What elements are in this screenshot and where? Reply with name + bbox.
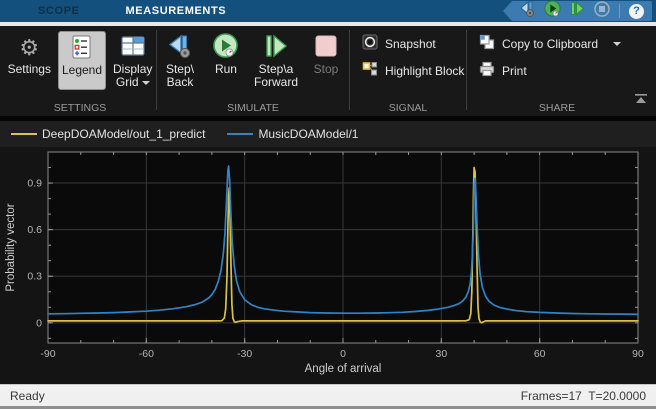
step-forward-icon[interactable] (570, 1, 585, 21)
group-label-share: SHARE (467, 102, 647, 114)
group-label-settings: SETTINGS (4, 102, 156, 114)
group-signal: Snapshot Highlight Block SI (350, 26, 466, 116)
step-back-settings-icon[interactable] (519, 1, 535, 22)
svg-text:-60: -60 (139, 348, 154, 360)
plot-area[interactable]: -90 -60 -30 0 30 60 90 0 0.3 0.6 0.9 Angle of arriv… (0, 147, 656, 384)
legend-swatch-yellow (11, 133, 37, 135)
group-settings: ⚙ Settings (4, 26, 156, 116)
step-back-icon (167, 33, 193, 64)
status-bar: Ready Frames=17 T=20.0000 (0, 384, 656, 409)
tab-scope[interactable]: SCOPE (24, 0, 94, 22)
legend-button[interactable]: Legend (58, 31, 106, 90)
svg-text:60: 60 (534, 348, 546, 360)
frames-time-readout: Frames=17 T=20.0000 (521, 389, 646, 403)
tab-measurements[interactable]: MEASUREMENTS (112, 0, 241, 22)
legend-item-deepdoa[interactable]: DeepDOAModel/out_1_predict (11, 127, 205, 141)
legend-bar: DeepDOAModel/out_1_predict MusicDOAModel… (0, 121, 656, 147)
group-simulate: Step\ Back Run (157, 26, 349, 116)
doa-chart: -90 -60 -30 0 30 60 90 0 0.3 0.6 0.9 Angle of arriv… (0, 147, 656, 384)
stop-icon-disabled (594, 1, 610, 22)
toolbar-divider (619, 4, 620, 18)
stop-icon-large (314, 34, 338, 63)
svg-text:0: 0 (340, 348, 346, 360)
status-text: Ready (10, 389, 45, 403)
svg-text:90: 90 (632, 348, 644, 360)
display-grid-icon (121, 36, 145, 61)
snapshot-button[interactable]: Snapshot (362, 34, 466, 54)
svg-text:-30: -30 (237, 348, 252, 360)
run-icon-large (212, 32, 239, 64)
quick-access-collapse-icon[interactable] (503, 2, 511, 20)
help-icon[interactable]: ? (629, 4, 644, 19)
highlight-block-button[interactable]: Highlight Block (362, 61, 466, 81)
svg-text:-90: -90 (40, 348, 55, 360)
group-label-signal: SIGNAL (350, 102, 466, 114)
gear-icon: ⚙ (19, 37, 39, 59)
step-forward-button[interactable]: Step\a Forward (251, 31, 301, 90)
run-button[interactable]: Run (205, 31, 247, 90)
svg-text:0.9: 0.9 (27, 178, 42, 190)
legend-swatch-blue (227, 133, 253, 135)
quick-access-toolbar: ? (503, 1, 652, 21)
collapse-toolstrip-icon[interactable] (634, 92, 648, 110)
stop-button: Stop (305, 31, 347, 90)
snapshot-icon (362, 34, 378, 55)
scope-window: SCOPE MEASUREMENTS (0, 0, 656, 409)
copy-to-clipboard-button[interactable]: Copy to Clipboard (479, 34, 647, 54)
run-icon[interactable] (544, 0, 561, 22)
display-grid-button[interactable]: Display Grid (110, 31, 155, 90)
step-back-button[interactable]: Step\ Back (159, 31, 201, 90)
svg-text:Probability vector: Probability vector (5, 203, 17, 291)
legend-icon (72, 35, 91, 64)
toolstrip: ⚙ Settings (0, 26, 656, 116)
tab-bar: SCOPE MEASUREMENTS (0, 0, 656, 22)
svg-text:0.3: 0.3 (27, 271, 42, 283)
highlight-block-icon (362, 61, 378, 82)
step-forward-icon-large (263, 33, 289, 64)
group-share: Copy to Clipboard Print SHARE (467, 26, 647, 116)
svg-text:0: 0 (36, 317, 42, 329)
dropdown-caret-icon[interactable] (613, 42, 621, 46)
group-label-simulate: SIMULATE (157, 102, 349, 114)
svg-text:30: 30 (435, 348, 447, 360)
svg-text:0.6: 0.6 (27, 224, 42, 236)
print-icon (479, 61, 495, 82)
settings-button[interactable]: ⚙ Settings (5, 31, 54, 90)
legend-item-musicdoa[interactable]: MusicDOAModel/1 (227, 127, 358, 141)
svg-text:Angle of arrival: Angle of arrival (305, 363, 382, 375)
copy-icon (479, 34, 495, 55)
dropdown-caret-icon (142, 81, 150, 85)
print-button[interactable]: Print (479, 61, 647, 81)
